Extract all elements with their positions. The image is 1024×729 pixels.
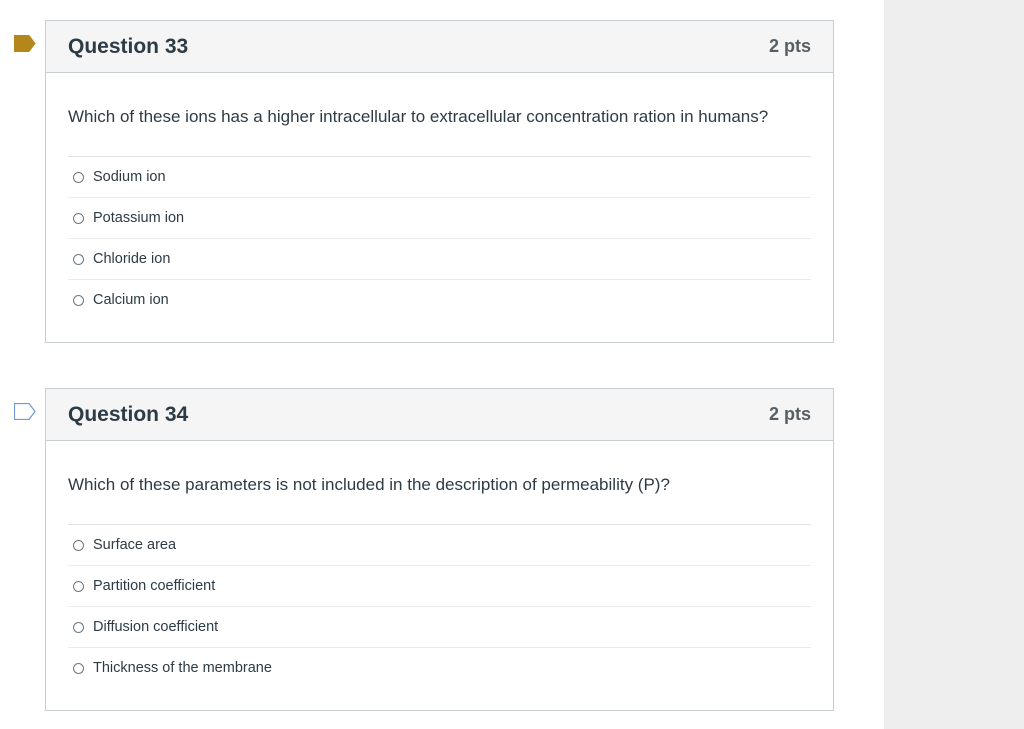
answer-option[interactable]: Partition coefficient — [68, 566, 811, 607]
question-text: Which of these parameters is not include… — [68, 475, 670, 494]
flag-question-icon[interactable] — [14, 35, 36, 52]
radio-button[interactable] — [73, 171, 84, 183]
answer-label: Surface area — [93, 537, 177, 553]
radio-button[interactable] — [73, 294, 84, 306]
radio-button[interactable] — [73, 212, 84, 224]
answer-label: Diffusion coefficient — [93, 619, 219, 635]
answer-label: Potassium ion — [93, 210, 185, 226]
radio-button[interactable] — [73, 253, 84, 265]
answer-option[interactable]: Surface area — [68, 525, 811, 566]
answer-label: Partition coefficient — [93, 578, 216, 594]
radio-button[interactable] — [73, 662, 84, 674]
question-card: Question 34 2 pts Which of these paramet… — [45, 388, 834, 711]
answer-label: Thickness of the membrane — [93, 660, 272, 676]
question-title: Question 33 — [68, 34, 189, 58]
quiz-page: Question 33 2 pts Which of these ions ha… — [0, 0, 1024, 729]
question-points: 2 pts — [768, 404, 811, 424]
answer-label: Chloride ion — [93, 251, 171, 267]
answer-label: Calcium ion — [93, 292, 169, 308]
side-panel — [884, 0, 1024, 729]
answer-label: Sodium ion — [93, 169, 166, 185]
radio-button[interactable] — [73, 580, 84, 592]
answer-option[interactable]: Thickness of the membrane — [68, 648, 811, 688]
answer-option[interactable]: Diffusion coefficient — [68, 607, 811, 648]
flag-question-icon[interactable] — [14, 403, 36, 420]
question-points: 2 pts — [768, 36, 811, 56]
radio-button[interactable] — [73, 621, 84, 633]
answer-list: Sodium ion Potassium ion Chloride ion Ca… — [68, 156, 811, 320]
answer-option[interactable]: Potassium ion — [68, 198, 811, 239]
radio-button[interactable] — [73, 539, 84, 551]
question-title: Question 34 — [68, 402, 189, 426]
question-body: Which of these parameters is not include… — [46, 441, 833, 688]
question-text: Which of these ions has a higher intrace… — [68, 107, 769, 126]
question-header: Question 33 2 pts — [46, 21, 833, 73]
answer-option[interactable]: Sodium ion — [68, 157, 811, 198]
question-card: Question 33 2 pts Which of these ions ha… — [45, 20, 834, 343]
question-header: Question 34 2 pts — [46, 389, 833, 441]
answer-option[interactable]: Chloride ion — [68, 239, 811, 280]
question-body: Which of these ions has a higher intrace… — [46, 73, 833, 320]
answer-option[interactable]: Calcium ion — [68, 280, 811, 320]
answer-list: Surface area Partition coefficient Diffu… — [68, 524, 811, 688]
